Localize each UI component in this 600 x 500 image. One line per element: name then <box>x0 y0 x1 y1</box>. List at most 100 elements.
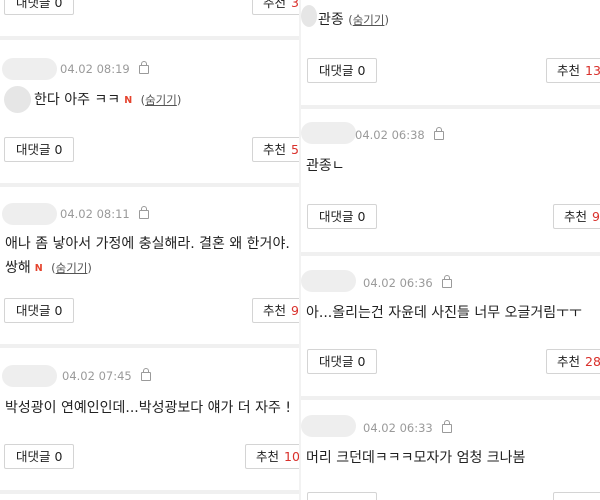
reply-count: 0 <box>54 303 63 318</box>
comment-divider <box>301 105 600 109</box>
reply-count: 0 <box>357 354 366 369</box>
avatar-blur <box>4 86 31 113</box>
avatar <box>2 58 57 80</box>
lock-icon <box>433 127 444 140</box>
recommend-label: 추천 <box>263 0 287 10</box>
avatar <box>2 203 57 225</box>
avatar <box>301 270 356 292</box>
comment-divider <box>0 344 301 348</box>
comment-text: 한다 아주 ㅋㅋ <box>34 92 121 108</box>
recommend-button[interactable]: 추천 10 <box>245 444 301 469</box>
hide-label: 숨기기 <box>55 261 88 275</box>
avatar <box>301 415 356 437</box>
comment-text-line: 쌍해 N (숨기기) <box>5 257 92 277</box>
lock-icon <box>138 61 149 74</box>
comment-text-line: 관종ㄴ <box>306 155 345 175</box>
comment-timestamp: 04.02 06:36 <box>363 276 433 290</box>
recommend-count: 9 <box>592 209 600 224</box>
lock-icon <box>138 206 149 219</box>
recommend-count: 13 <box>585 63 600 78</box>
comment-timestamp: 04.02 08:19 <box>60 62 130 76</box>
reply-button[interactable]: 대댓글 0 <box>307 58 378 83</box>
recommend-button[interactable]: 추천 5 <box>252 137 301 162</box>
recommend-label: 추천 <box>557 63 581 78</box>
comment-timestamp: 04.02 08:11 <box>60 207 130 221</box>
comment-timestamp: 04.02 07:45 <box>62 369 132 383</box>
recommend-count: 28 <box>585 354 600 369</box>
reply-label: 대댓글 <box>319 209 354 224</box>
comment-text-line: 아...올리는건 자윤데 사진들 너무 오글거림ㅜㅜ <box>306 302 582 322</box>
new-badge: N <box>124 95 133 106</box>
reply-label: 대댓글 <box>16 0 51 10</box>
comment-timestamp: 04.02 06:38 <box>355 128 425 142</box>
reply-button[interactable]: 대댓글 0 <box>4 0 75 15</box>
recommend-label: 추천 <box>263 303 287 318</box>
reply-count: 0 <box>54 0 63 10</box>
recommend-count: 3 <box>291 0 299 10</box>
comment-divider <box>0 36 301 40</box>
recommend-button[interactable] <box>553 492 600 500</box>
reply-count: 0 <box>357 209 366 224</box>
left-comment-column: 대댓글 0 추천 3 04.02 08:19 한다 아주 ㅋㅋ N (숨기기) 대댓… <box>0 0 301 500</box>
recommend-count: 5 <box>291 142 299 157</box>
comment-meta: 04.02 08:19 <box>60 61 149 76</box>
lock-icon <box>140 368 151 381</box>
reply-count: 0 <box>357 63 366 78</box>
recommend-button[interactable]: 추천 3 <box>252 0 301 15</box>
comment-text: 박성광이 연예인인데...박성광보다 얘가 더 자주 ! <box>5 400 291 416</box>
comment-text: 머리 크던데ㅋㅋㅋ모자가 엄청 크나봄 <box>306 450 526 466</box>
recommend-button[interactable]: 추천 9 <box>553 204 600 229</box>
reply-label: 대댓글 <box>16 449 51 464</box>
reply-button[interactable]: 대댓글 0 <box>4 444 75 469</box>
comment-meta: 04.02 06:36 <box>363 275 452 290</box>
reply-label: 대댓글 <box>319 63 354 78</box>
reply-button[interactable]: 대댓글 0 <box>4 298 75 323</box>
avatar <box>301 122 356 144</box>
recommend-button[interactable]: 추천 28 <box>546 349 600 374</box>
recommend-count: 9 <box>291 303 299 318</box>
comment-divider <box>301 396 600 400</box>
reply-label: 대댓글 <box>16 303 51 318</box>
comment-meta: 04.02 08:11 <box>60 206 149 221</box>
comment-divider <box>0 490 301 494</box>
reply-button[interactable]: 대댓글 0 <box>4 137 75 162</box>
reply-button[interactable]: 대댓글 0 <box>307 349 378 374</box>
reply-button[interactable]: 대댓글 0 <box>307 204 378 229</box>
recommend-count: 10 <box>284 449 300 464</box>
comment-meta: 04.02 06:33 <box>363 420 452 435</box>
recommend-button[interactable]: 추천 9 <box>252 298 301 323</box>
comment-meta: 04.02 07:45 <box>62 368 151 383</box>
recommend-label: 추천 <box>557 354 581 369</box>
comment-text-line: 박성광이 연예인인데...박성광보다 얘가 더 자주 ! <box>5 397 291 417</box>
comment-divider <box>301 252 600 256</box>
comment-text-line: 관종 (숨기기) <box>318 9 389 29</box>
avatar-blur <box>301 5 317 27</box>
recommend-label: 추천 <box>263 142 287 157</box>
comment-text: 관종ㄴ <box>306 158 345 174</box>
comment-divider <box>0 183 301 187</box>
hide-link[interactable]: (숨기기) <box>348 13 389 27</box>
reply-count: 0 <box>54 142 63 157</box>
comment-text-line: 애나 좀 낳아서 가정에 충실해라. 결혼 왜 한거야. <box>5 233 290 253</box>
lock-icon <box>441 275 452 288</box>
recommend-label: 추천 <box>564 209 588 224</box>
hide-link[interactable]: (숨기기) <box>51 261 92 275</box>
comment-text-line: 머리 크던데ㅋㅋㅋ모자가 엄청 크나봄 <box>306 447 525 467</box>
comment-timestamp: 04.02 06:33 <box>363 421 433 435</box>
new-badge: N <box>34 263 43 274</box>
comment-text: 쌍해 <box>5 260 31 276</box>
comment-meta: 04.02 06:38 <box>355 127 444 142</box>
hide-label: 숨기기 <box>352 13 385 27</box>
hide-link[interactable]: (숨기기) <box>141 93 182 107</box>
comment-text: 애나 좀 낳아서 가정에 충실해라. 결혼 왜 한거야. <box>5 236 290 252</box>
avatar <box>2 365 57 387</box>
right-comment-column: 관종 (숨기기) 대댓글 0 추천 13 04.02 06:38 관종ㄴ 대댓글 … <box>301 0 600 500</box>
recommend-label: 추천 <box>256 449 280 464</box>
reply-label: 대댓글 <box>319 354 354 369</box>
reply-button[interactable] <box>307 492 377 500</box>
comment-text: 아...올리는건 자윤데 사진들 너무 오글거림ㅜㅜ <box>306 305 582 321</box>
comment-text-line: 한다 아주 ㅋㅋ N (숨기기) <box>34 89 181 109</box>
comment-text: 관종 <box>318 12 344 28</box>
reply-count: 0 <box>54 449 63 464</box>
recommend-button[interactable]: 추천 13 <box>546 58 600 83</box>
